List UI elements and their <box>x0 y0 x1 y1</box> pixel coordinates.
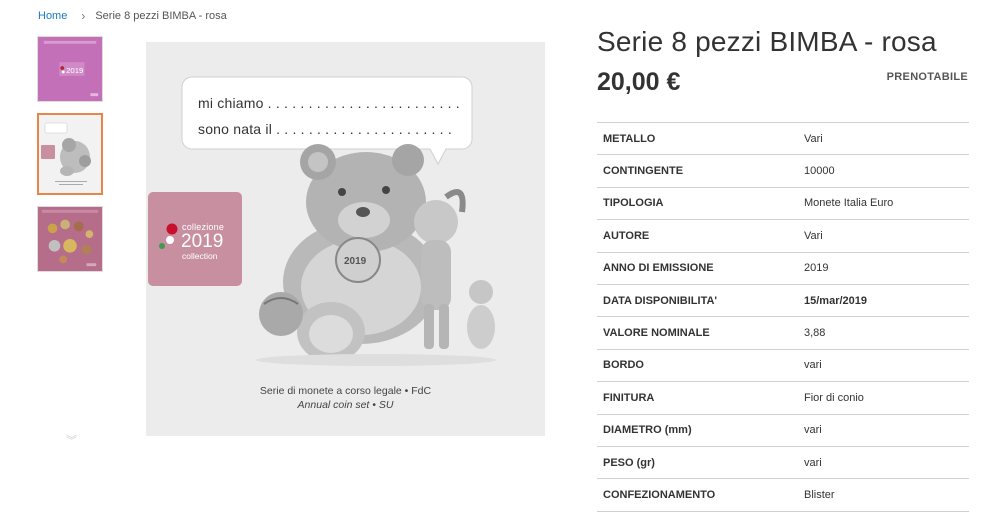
spec-label: AUTORE <box>597 219 804 253</box>
spec-value: 2019 <box>804 251 969 285</box>
product-specs-table: METALLO Vari CONTINGENTE 10000 TIPOLOGIA Mone… <box>597 121 969 512</box>
spec-value: 3,88 <box>804 316 969 350</box>
spec-value: Fior di conio <box>804 381 969 415</box>
spec-value: Blister <box>804 478 969 512</box>
spec-label: FINITURA <box>597 381 804 415</box>
svg-text:2019: 2019 <box>344 256 367 267</box>
spec-row: BORDO vari <box>597 348 969 382</box>
spec-value: Monete Italia Euro <box>804 186 969 220</box>
spec-label: BORDO <box>597 348 804 382</box>
spec-row: ANNO DI EMISSIONE 2019 <box>597 251 969 285</box>
image-caption-italian: Serie di monete a corso legale • FdC <box>259 385 432 397</box>
spec-row: AUTORE Vari <box>597 219 969 253</box>
bubble-birthdate-line: sono nata il . . . . . . . . . . . . . .… <box>198 121 452 137</box>
svg-text:2019: 2019 <box>66 66 83 75</box>
spec-value: Vari <box>804 121 969 155</box>
spec-row: METALLO Vari <box>597 121 969 155</box>
main-product-image[interactable]: 2019 mi chiamo . . . . . . . . . . . . .… <box>146 42 545 436</box>
spec-label: TIPOLOGIA <box>597 186 804 220</box>
bubble-name-line: mi chiamo . . . . . . . . . . . . . . . … <box>198 95 460 111</box>
product-price: 20,00 € <box>597 68 681 96</box>
spec-label: PESO (gr) <box>597 445 804 479</box>
spec-value: Vari <box>804 219 969 253</box>
collection-2019-badge: collezione 2019 collection <box>148 192 242 286</box>
breadcrumb-current: Serie 8 pezzi BIMBA - rosa <box>95 10 227 22</box>
thumbnail-pink-folder[interactable]: 2019 <box>37 36 103 102</box>
spec-value: 15/mar/2019 <box>804 283 969 317</box>
thumbnail-coin-set[interactable] <box>37 206 103 272</box>
spec-row: CONTINGENTE 10000 <box>597 154 969 188</box>
availability-status: PRENOTABILE <box>886 71 968 83</box>
spec-row: VALORE NOMINALE 3,88 <box>597 316 969 350</box>
breadcrumb: Home › Serie 8 pezzi BIMBA - rosa <box>38 9 227 23</box>
spec-row: PESO (gr) vari <box>597 445 969 479</box>
spec-value: vari <box>804 445 969 479</box>
spec-row: FINITURA Fior di conio <box>597 381 969 415</box>
thumbnail-bear-drawing[interactable] <box>37 113 103 195</box>
product-title: Serie 8 pezzi BIMBA - rosa <box>597 26 937 57</box>
spec-row: CONFEZIONAMENTO Blister <box>597 478 969 512</box>
spec-value: vari <box>804 413 969 447</box>
image-caption-english: Annual coin set • SU <box>297 399 394 411</box>
spec-row: DIAMETRO (mm) vari <box>597 413 969 447</box>
spec-row: DATA DISPONIBILITA' 15/mar/2019 <box>597 283 969 317</box>
spec-label: ANNO DI EMISSIONE <box>597 251 804 285</box>
spec-label: CONTINGENTE <box>597 154 804 188</box>
spec-label: DATA DISPONIBILITA' <box>597 283 804 317</box>
spec-value: vari <box>804 348 969 382</box>
chevron-down-icon[interactable]: ︾ <box>66 432 77 448</box>
thumbnail-list: 2019 <box>37 36 105 283</box>
spec-label: CONFEZIONAMENTO <box>597 478 804 512</box>
breadcrumb-home-link[interactable]: Home <box>38 10 67 22</box>
spec-label: VALORE NOMINALE <box>597 316 804 350</box>
breadcrumb-separator-icon: › <box>81 9 86 23</box>
spec-label: METALLO <box>597 121 804 155</box>
spec-value: 10000 <box>804 154 969 188</box>
spec-label: DIAMETRO (mm) <box>597 413 804 447</box>
spec-row: TIPOLOGIA Monete Italia Euro <box>597 186 969 220</box>
badge-year-text: 2019 <box>181 231 224 252</box>
badge-collection-text: collection <box>182 251 218 261</box>
